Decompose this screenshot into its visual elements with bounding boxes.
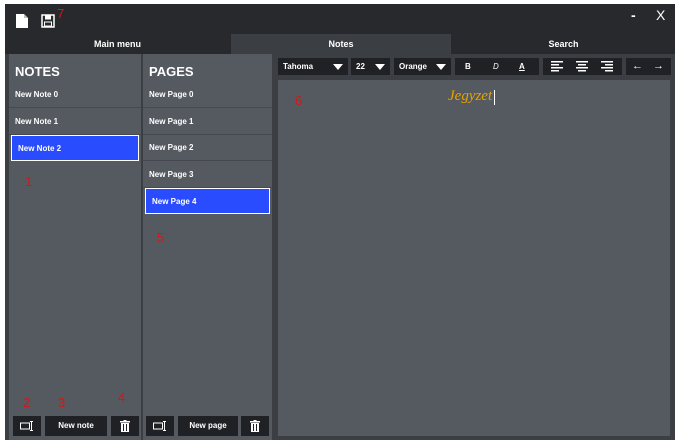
editor-text: Jegyzet — [448, 88, 493, 104]
save-icon[interactable] — [41, 13, 55, 29]
align-center-icon[interactable] — [576, 60, 588, 72]
redo-button[interactable]: → — [653, 58, 664, 75]
trash-icon — [250, 420, 260, 432]
pages-panel: PAGES New Page 0 New Page 1 New Page 2 N… — [143, 54, 272, 440]
note-item[interactable]: New Note 0 — [9, 82, 141, 108]
chevron-down-icon — [436, 64, 446, 70]
font-size-value: 22 — [356, 62, 365, 71]
new-page-button[interactable]: New page — [178, 416, 238, 436]
page-item[interactable]: New Page 0 — [143, 82, 272, 108]
new-note-button[interactable]: New note — [45, 416, 107, 436]
rename-icon — [20, 421, 33, 431]
format-toolbar: Tahoma 22 Orange B D A ← → — [278, 54, 675, 78]
annotation-4: 4 — [118, 390, 126, 405]
annotation-3: 3 — [58, 395, 66, 410]
annotation-6: 6 — [295, 93, 303, 108]
notes-header: NOTES — [15, 64, 60, 79]
style-buttons-group: B D A — [455, 58, 539, 75]
undo-button[interactable]: ← — [632, 58, 643, 75]
title-bar: 7 - X — [5, 4, 675, 34]
tab-notes[interactable]: Notes — [231, 34, 451, 54]
bold-button[interactable]: B — [465, 58, 471, 75]
font-color-select[interactable]: Orange — [394, 58, 451, 75]
history-group: ← → — [626, 58, 671, 75]
page-item[interactable]: New Page 2 — [143, 135, 272, 161]
rename-note-button[interactable] — [13, 416, 41, 436]
tab-main-menu[interactable]: Main menu — [5, 34, 230, 54]
rename-page-button[interactable] — [146, 416, 174, 436]
page-item-selected[interactable]: New Page 4 — [145, 188, 270, 214]
font-size-select[interactable]: 22 — [351, 58, 390, 75]
new-file-icon[interactable] — [15, 13, 29, 29]
italic-button[interactable]: D — [493, 58, 499, 75]
font-color-value: Orange — [399, 62, 428, 71]
annotation-5: 5 — [157, 230, 165, 245]
chevron-down-icon — [375, 64, 385, 70]
annotation-2: 2 — [23, 395, 31, 410]
chevron-down-icon — [333, 64, 343, 70]
close-button[interactable]: X — [656, 7, 665, 23]
delete-note-button[interactable] — [111, 416, 139, 436]
pages-header: PAGES — [149, 64, 194, 79]
notes-panel: NOTES New Note 0 New Note 1 New Note 2 1… — [9, 54, 141, 440]
note-item[interactable]: New Note 1 — [9, 109, 141, 135]
trash-icon — [120, 420, 130, 432]
align-right-icon[interactable] — [601, 60, 613, 72]
alignment-group — [543, 58, 622, 75]
tab-search[interactable]: Search — [452, 34, 675, 54]
page-item[interactable]: New Page 3 — [143, 162, 272, 188]
font-family-value: Tahoma — [283, 62, 314, 71]
annotation-7: 7 — [57, 6, 65, 21]
note-editor[interactable]: 6 Jegyzet — [278, 80, 670, 436]
underline-button[interactable]: A — [519, 58, 525, 75]
text-caret — [494, 90, 495, 105]
app-window: 7 - X Main menu Notes Search NOTES New N… — [5, 4, 675, 440]
minimize-button[interactable]: - — [631, 7, 636, 23]
rename-icon — [153, 421, 166, 431]
page-item[interactable]: New Page 1 — [143, 109, 272, 135]
font-family-select[interactable]: Tahoma — [278, 58, 348, 75]
delete-page-button[interactable] — [241, 416, 269, 436]
note-item-selected[interactable]: New Note 2 — [11, 135, 139, 161]
tab-bar: Main menu Notes Search — [5, 34, 675, 54]
align-left-icon[interactable] — [551, 60, 563, 72]
annotation-1: 1 — [25, 174, 33, 189]
